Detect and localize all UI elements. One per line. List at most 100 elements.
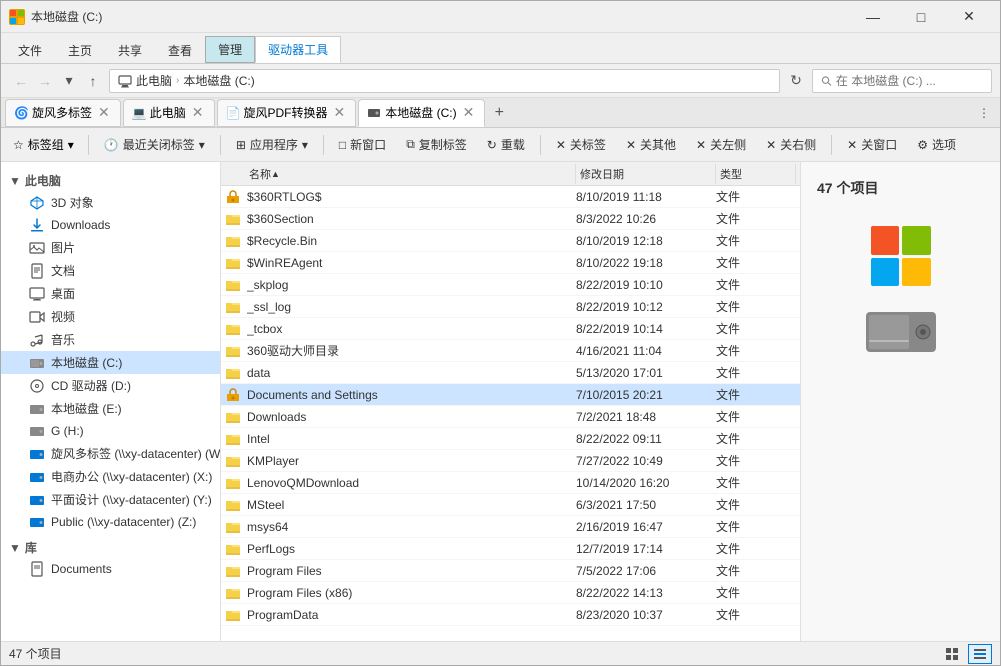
tab-settings-button[interactable]: ⋮: [972, 101, 996, 125]
gear-icon: ⚙: [917, 138, 928, 152]
table-row[interactable]: _ssl_log 8/22/2019 10:12 文件: [221, 296, 800, 318]
tab-driver-tools[interactable]: 驱动器工具: [255, 36, 341, 63]
address-segment-drive[interactable]: 本地磁盘 (C:): [183, 72, 254, 89]
nav-dropdown-button[interactable]: ▾: [57, 69, 81, 93]
address-segment-computer[interactable]: 此电脑: [136, 72, 172, 89]
file-date: 10/14/2020 16:20: [576, 476, 716, 490]
reload-button[interactable]: ↻ 重载: [478, 131, 534, 158]
table-row[interactable]: Documents and Settings 7/10/2015 20:21 文…: [221, 384, 800, 406]
list-view-button[interactable]: [940, 644, 964, 664]
file-type: 文件: [716, 276, 796, 293]
close-window-button[interactable]: ✕ 关窗口: [838, 131, 906, 158]
file-list-header: 名称 ▲ 修改日期 类型: [221, 162, 800, 186]
back-button[interactable]: ←: [9, 69, 33, 93]
search-input[interactable]: [836, 74, 983, 88]
table-row[interactable]: LenovoQMDownload 10/14/2020 16:20 文件: [221, 472, 800, 494]
tab-view[interactable]: 查看: [155, 37, 205, 63]
sidebar-item-docs-library[interactable]: Documents: [1, 558, 220, 580]
library-label: 库: [25, 539, 37, 556]
minimize-button[interactable]: —: [850, 2, 896, 32]
up-button[interactable]: ↑: [81, 69, 105, 93]
star-dropdown: ▾: [68, 138, 74, 152]
section-library[interactable]: ▼ 库: [1, 533, 220, 558]
sidebar-item-drive-h[interactable]: G (H:): [1, 420, 220, 442]
table-row[interactable]: Downloads 7/2/2021 18:48 文件: [221, 406, 800, 428]
sidebar-item-documents[interactable]: 文档: [1, 259, 220, 282]
table-row[interactable]: KMPlayer 7/27/2022 10:49 文件: [221, 450, 800, 472]
table-row[interactable]: Intel 8/22/2022 09:11 文件: [221, 428, 800, 450]
table-row[interactable]: $360RTLOG$ 8/10/2019 11:18 文件: [221, 186, 800, 208]
logo-blue: [871, 258, 900, 287]
tab-pdf-close[interactable]: ✕: [332, 104, 348, 121]
tab-file[interactable]: 文件: [5, 37, 55, 63]
search-bar[interactable]: [812, 69, 992, 93]
new-window-button[interactable]: □ 新窗口: [330, 131, 395, 158]
close-button[interactable]: ✕: [946, 2, 992, 32]
tab-manage[interactable]: 管理: [205, 36, 255, 63]
sidebar-item-music[interactable]: 音乐: [1, 328, 220, 351]
maximize-button[interactable]: □: [898, 2, 944, 32]
refresh-button[interactable]: ↻: [784, 69, 808, 93]
tab-drivec-close[interactable]: ✕: [461, 104, 477, 121]
table-row[interactable]: 360驱动大师目录 4/16/2021 11:04 文件: [221, 340, 800, 362]
table-row[interactable]: $WinREAgent 8/10/2022 19:18 文件: [221, 252, 800, 274]
drive-y-icon: [29, 492, 45, 508]
table-row[interactable]: Program Files 7/5/2022 17:06 文件: [221, 560, 800, 582]
col-header-name[interactable]: 名称 ▲: [245, 164, 576, 184]
sidebar-item-desktop[interactable]: 桌面: [1, 282, 220, 305]
address-area: ← → ▾ ↑ 此电脑 › 本地磁盘 (C:) ↻: [1, 64, 1000, 98]
tab-xuanfeng-multi[interactable]: 🌀 旋风多标签 ✕: [5, 99, 121, 127]
sidebar-item-drive-y[interactable]: 平面设计 (\\xy-datacenter) (Y:): [1, 488, 220, 511]
star-group[interactable]: ☆ 标签组 ▾: [5, 132, 82, 157]
file-date: 4/16/2021 11:04: [576, 344, 716, 358]
table-row[interactable]: data 5/13/2020 17:01 文件: [221, 362, 800, 384]
sep-3: [323, 135, 324, 155]
recent-tabs-button[interactable]: 🕐 最近关闭标签 ▾: [95, 131, 214, 158]
music-icon: [29, 332, 45, 348]
sidebar-label-drive-e: 本地磁盘 (E:): [51, 400, 122, 417]
sidebar-item-drive-d[interactable]: CD 驱动器 (D:): [1, 374, 220, 397]
tab-share[interactable]: 共享: [105, 37, 155, 63]
sidebar-item-pictures[interactable]: 图片: [1, 236, 220, 259]
sidebar-item-drive-z[interactable]: Public (\\xy-datacenter) (Z:): [1, 511, 220, 533]
sidebar-item-downloads[interactable]: Downloads: [1, 214, 220, 236]
tab-pdf[interactable]: 📄 旋风PDF转换器 ✕: [217, 99, 357, 127]
file-icon: [225, 519, 241, 535]
table-row[interactable]: _tcbox 8/22/2019 10:14 文件: [221, 318, 800, 340]
tab-home[interactable]: 主页: [55, 37, 105, 63]
details-view-button[interactable]: [968, 644, 992, 664]
tab-add-button[interactable]: +: [487, 101, 511, 125]
table-row[interactable]: _skplog 8/22/2019 10:10 文件: [221, 274, 800, 296]
copy-tab-button[interactable]: ⧉ 复制标签: [397, 131, 476, 158]
table-row[interactable]: $Recycle.Bin 8/10/2019 12:18 文件: [221, 230, 800, 252]
close-right-button[interactable]: ✕ 关右侧: [757, 131, 825, 158]
table-row[interactable]: msys64 2/16/2019 16:47 文件: [221, 516, 800, 538]
sidebar-item-drive-c[interactable]: 本地磁盘 (C:): [1, 351, 220, 374]
video-icon: [29, 309, 45, 325]
close-left-button[interactable]: ✕ 关左侧: [687, 131, 755, 158]
app-button[interactable]: ⊞ 应用程序 ▾: [227, 131, 317, 158]
forward-button[interactable]: →: [33, 69, 57, 93]
table-row[interactable]: Program Files (x86) 8/22/2022 14:13 文件: [221, 582, 800, 604]
tab-this-pc[interactable]: 💻 此电脑 ✕: [123, 99, 215, 127]
section-this-pc[interactable]: ▼ 此电脑: [1, 166, 220, 191]
file-icon: [225, 585, 241, 601]
tab-thispc-close[interactable]: ✕: [190, 104, 206, 121]
table-row[interactable]: MSteel 6/3/2021 17:50 文件: [221, 494, 800, 516]
col-header-type[interactable]: 类型: [716, 164, 796, 184]
address-bar[interactable]: 此电脑 › 本地磁盘 (C:): [109, 69, 780, 93]
table-row[interactable]: PerfLogs 12/7/2019 17:14 文件: [221, 538, 800, 560]
close-others-button[interactable]: ✕ 关其他: [617, 131, 685, 158]
sidebar-item-drive-w[interactable]: 旋风多标签 (\\xy-datacenter) (W:): [1, 442, 220, 465]
sidebar-item-drive-x[interactable]: 电商办公 (\\xy-datacenter) (X:): [1, 465, 220, 488]
tab-xuanfeng-close[interactable]: ✕: [96, 104, 112, 121]
table-row[interactable]: ProgramData 8/23/2020 10:37 文件: [221, 604, 800, 626]
col-header-date[interactable]: 修改日期: [576, 164, 716, 184]
options-button[interactable]: ⚙ 选项: [908, 131, 965, 158]
tab-drive-c[interactable]: 本地磁盘 (C:) ✕: [358, 99, 485, 127]
close-tab-button[interactable]: ✕ 关标签: [547, 131, 615, 158]
table-row[interactable]: $360Section 8/3/2022 10:26 文件: [221, 208, 800, 230]
sidebar-item-videos[interactable]: 视频: [1, 305, 220, 328]
sidebar-item-drive-e[interactable]: 本地磁盘 (E:): [1, 397, 220, 420]
sidebar-item-3d[interactable]: 3D 对象: [1, 191, 220, 214]
